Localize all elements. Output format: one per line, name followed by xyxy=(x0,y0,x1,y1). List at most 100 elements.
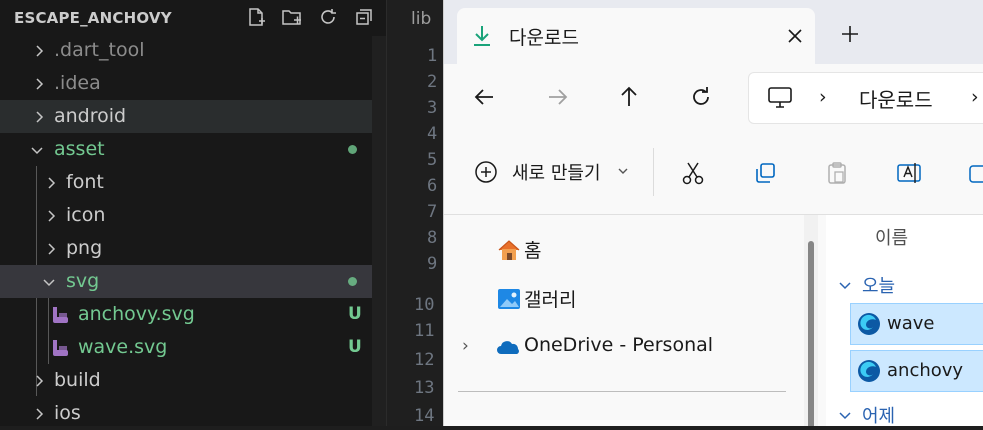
group-header-yesterday[interactable]: 어제 xyxy=(838,402,978,426)
breadcrumb-chevron-icon[interactable]: › xyxy=(971,86,979,108)
line-number: 5 xyxy=(427,150,438,170)
tree-item-android[interactable]: android xyxy=(0,100,386,133)
onedrive-cloud-icon xyxy=(497,341,519,354)
line-number: 6 xyxy=(427,176,438,196)
scroll-thumb[interactable] xyxy=(808,241,814,426)
tree-item-label: png xyxy=(66,237,103,259)
tab-bar: 다운로드 xyxy=(444,0,983,64)
group-header-today[interactable]: 오늘 xyxy=(838,272,978,300)
group-label: 오늘 xyxy=(862,276,896,297)
new-folder-icon[interactable] xyxy=(281,6,303,28)
chevron-right-icon xyxy=(32,43,46,57)
plus-circle-icon xyxy=(475,161,497,183)
chevron-right-icon xyxy=(32,373,46,387)
line-number: 9 xyxy=(427,254,438,274)
editor-breadcrumb[interactable]: lib xyxy=(411,9,431,29)
tree-item-wave-svg[interactable]: wave.svg U xyxy=(0,331,386,364)
chevron-down-icon xyxy=(618,168,628,174)
share-icon[interactable] xyxy=(968,160,983,186)
chevron-right-icon xyxy=(44,175,58,189)
refresh-icon[interactable] xyxy=(688,84,714,110)
chevron-down-icon xyxy=(30,142,44,156)
chevron-right-icon xyxy=(32,76,46,90)
tree-item-build[interactable]: build xyxy=(0,364,386,397)
line-number: 1 xyxy=(427,46,438,66)
chevron-right-icon[interactable]: › xyxy=(462,336,469,356)
file-list: 이름 오늘 wave anchovy 어제 xyxy=(826,215,983,426)
modified-dot xyxy=(348,277,357,286)
chevron-down-icon xyxy=(42,274,56,288)
rename-icon[interactable] xyxy=(896,160,922,186)
edge-browser-icon xyxy=(858,313,880,335)
file-name: wave xyxy=(887,313,935,334)
tab-downloads[interactable]: 다운로드 xyxy=(457,8,815,64)
close-icon[interactable] xyxy=(785,26,805,46)
new-file-icon[interactable] xyxy=(245,6,267,28)
tree-item-ios[interactable]: ios xyxy=(0,397,386,430)
paste-icon[interactable] xyxy=(824,160,850,186)
tree-item-dart-tool[interactable]: .dart_tool xyxy=(0,34,386,67)
untracked-badge: U xyxy=(348,304,362,324)
tree-item-font[interactable]: font xyxy=(0,166,386,199)
cut-icon[interactable] xyxy=(680,160,706,186)
back-arrow-icon[interactable] xyxy=(472,84,498,110)
chevron-right-icon xyxy=(44,208,58,222)
up-arrow-icon[interactable] xyxy=(616,84,642,110)
download-icon xyxy=(474,26,490,46)
tree-item-label: wave.svg xyxy=(78,336,168,358)
nav-label: 갤러리 xyxy=(524,289,577,311)
computer-icon xyxy=(768,87,792,108)
explorer-scrollbar[interactable] xyxy=(372,36,386,426)
chevron-down-icon xyxy=(839,412,851,420)
new-tab-icon[interactable] xyxy=(840,24,860,44)
line-number: 14 xyxy=(414,406,435,426)
new-button[interactable]: 새로 만들기 xyxy=(474,158,634,188)
modified-dot xyxy=(348,145,357,154)
explorer-title: ESCAPE_ANCHOVY xyxy=(14,9,172,27)
chevron-right-icon xyxy=(32,406,46,420)
refresh-icon[interactable] xyxy=(317,6,339,28)
collapse-all-icon[interactable] xyxy=(353,6,375,28)
tree-item-png[interactable]: png xyxy=(0,232,386,265)
explorer-header: ESCAPE_ANCHOVY xyxy=(0,0,386,36)
chevron-right-icon xyxy=(44,241,58,255)
file-row-anchovy[interactable]: anchovy xyxy=(850,350,983,392)
file-explorer-window: 다운로드 › 다운로드 › 새로 만들기 홈 갤러리 › OneDrive - … xyxy=(443,0,983,426)
copy-icon[interactable] xyxy=(752,160,778,186)
nav-item-gallery[interactable]: 갤러리 xyxy=(496,280,696,316)
new-button-label: 새로 만들기 xyxy=(512,163,601,184)
vscode-window: ESCAPE_ANCHOVY .dart_tool .idea android … xyxy=(0,0,447,426)
file-name: anchovy xyxy=(887,360,964,381)
tab-title: 다운로드 xyxy=(509,27,579,49)
forward-arrow-icon[interactable] xyxy=(544,84,570,110)
nav-item-onedrive[interactable]: OneDrive - Personal xyxy=(496,329,756,365)
chevron-right-icon xyxy=(32,109,46,123)
tree-item-label: font xyxy=(66,171,104,193)
tree-item-icon[interactable]: icon xyxy=(0,199,386,232)
column-header-name[interactable]: 이름 xyxy=(875,224,908,250)
tree-item-anchovy-svg[interactable]: anchovy.svg U xyxy=(0,298,386,331)
file-row-wave[interactable]: wave xyxy=(850,303,983,345)
nav-item-home[interactable]: 홈 xyxy=(496,231,696,267)
breadcrumb-downloads[interactable]: 다운로드 xyxy=(859,84,933,113)
line-number: 7 xyxy=(427,202,438,222)
gallery-icon xyxy=(498,289,520,309)
tree-item-asset[interactable]: asset xyxy=(0,133,386,166)
navigation-pane: 홈 갤러리 › OneDrive - Personal xyxy=(444,215,826,426)
edge-browser-icon xyxy=(858,360,880,382)
tree-item-idea[interactable]: .idea xyxy=(0,67,386,100)
tree-item-label: anchovy.svg xyxy=(78,303,195,325)
tree-item-label: android xyxy=(54,105,127,127)
svg-file-icon xyxy=(52,306,69,324)
tree-item-label: svg xyxy=(66,270,100,292)
tree-item-label: build xyxy=(54,369,101,391)
breadcrumb-chevron-icon[interactable]: › xyxy=(819,86,827,108)
line-number: 13 xyxy=(414,378,435,398)
tree-item-svg[interactable]: svg xyxy=(0,265,386,298)
nav-scrollbar[interactable] xyxy=(804,215,818,426)
tree-item-label: .dart_tool xyxy=(54,39,145,61)
address-bar[interactable]: › 다운로드 › xyxy=(748,72,983,124)
nav-label: 홈 xyxy=(524,240,542,262)
tree-item-label: asset xyxy=(54,138,105,160)
nav-divider xyxy=(458,391,786,392)
